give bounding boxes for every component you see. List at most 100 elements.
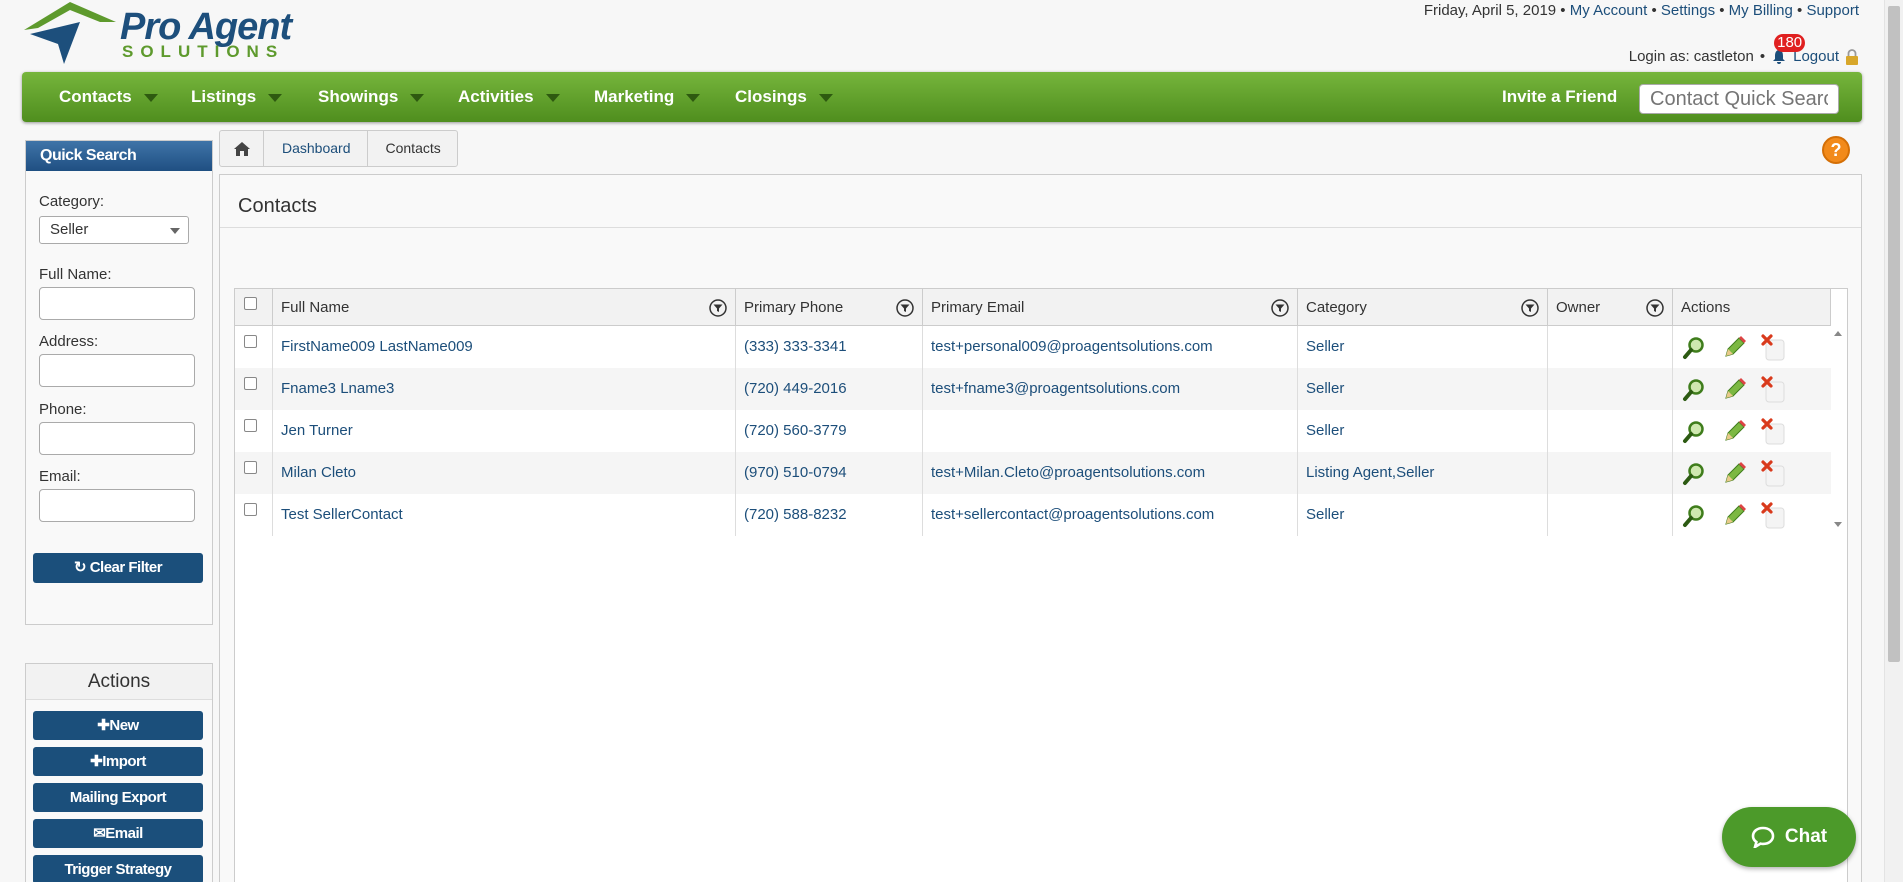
delete-icon[interactable] bbox=[1759, 418, 1787, 446]
cell-primary-phone[interactable]: (333) 333-3341 bbox=[736, 326, 923, 368]
row-checkbox[interactable] bbox=[244, 461, 257, 474]
my-billing-link[interactable]: My Billing bbox=[1729, 2, 1793, 19]
breadcrumb-dashboard[interactable]: Dashboard bbox=[264, 131, 368, 166]
fullname-input[interactable] bbox=[39, 287, 195, 320]
view-magnifier-icon[interactable] bbox=[1681, 334, 1709, 362]
cell-category[interactable]: Seller bbox=[1298, 494, 1548, 536]
cell-primary-email[interactable] bbox=[923, 410, 1298, 452]
nav-closings[interactable]: Closings bbox=[735, 72, 833, 122]
quick-search-panel: Quick Search Category: Seller Full Name:… bbox=[25, 140, 213, 625]
logo[interactable]: Pro Agent SOLUTIONS bbox=[20, 0, 340, 66]
nav-showings[interactable]: Showings bbox=[318, 72, 425, 122]
cell-primary-phone[interactable]: (720) 449-2016 bbox=[736, 368, 923, 410]
new-button[interactable]: ✚New bbox=[33, 711, 203, 740]
cell-primary-email[interactable]: test+personal009@proagentsolutions.com bbox=[923, 326, 1298, 368]
page-scrollbar[interactable] bbox=[1884, 0, 1903, 882]
filter-icon[interactable] bbox=[1521, 299, 1539, 317]
chevron-down-icon bbox=[545, 93, 560, 102]
row-checkbox[interactable] bbox=[244, 335, 257, 348]
cell-primary-email[interactable]: test+sellercontact@proagentsolutions.com bbox=[923, 494, 1298, 536]
filter-icon[interactable] bbox=[896, 299, 914, 317]
select-all-checkbox[interactable] bbox=[244, 297, 257, 310]
nav-contacts[interactable]: Contacts bbox=[59, 72, 158, 122]
support-link[interactable]: Support bbox=[1806, 2, 1859, 19]
table-row[interactable]: Jen Turner (720) 560-3779 Seller bbox=[235, 410, 1831, 452]
delete-icon[interactable] bbox=[1759, 502, 1787, 530]
edit-pencil-icon[interactable] bbox=[1720, 460, 1748, 488]
filter-icon[interactable] bbox=[1646, 299, 1664, 317]
view-magnifier-icon[interactable] bbox=[1681, 502, 1709, 530]
nav-marketing[interactable]: Marketing bbox=[594, 72, 701, 122]
col-primary-email[interactable]: Primary Email bbox=[923, 289, 1298, 326]
row-checkbox[interactable] bbox=[244, 377, 257, 390]
col-full-name[interactable]: Full Name bbox=[273, 289, 736, 326]
cell-category[interactable]: Seller bbox=[1298, 410, 1548, 452]
col-actions: Actions bbox=[1673, 289, 1831, 326]
help-icon[interactable]: ? bbox=[1822, 136, 1850, 164]
invite-friend-link[interactable]: Invite a Friend bbox=[1502, 72, 1617, 122]
page-scrollbar-thumb[interactable] bbox=[1888, 6, 1900, 662]
chat-button[interactable]: Chat bbox=[1722, 807, 1856, 867]
cell-category[interactable]: Listing Agent,Seller bbox=[1298, 452, 1548, 494]
cell-primary-email[interactable]: test+Milan.Cleto@proagentsolutions.com bbox=[923, 452, 1298, 494]
delete-icon[interactable] bbox=[1759, 334, 1787, 362]
grid-scroll-up[interactable] bbox=[1834, 331, 1842, 336]
chevron-down-icon bbox=[686, 93, 701, 102]
edit-pencil-icon[interactable] bbox=[1720, 376, 1748, 404]
table-row[interactable]: Test SellerContact (720) 588-8232 test+sel… bbox=[235, 494, 1831, 536]
col-category-label: Category bbox=[1306, 299, 1367, 316]
cell-full-name[interactable]: Test SellerContact bbox=[273, 494, 736, 536]
view-magnifier-icon[interactable] bbox=[1681, 460, 1709, 488]
cell-category[interactable]: Seller bbox=[1298, 326, 1548, 368]
cell-select bbox=[235, 410, 273, 452]
col-owner[interactable]: Owner bbox=[1548, 289, 1673, 326]
import-button[interactable]: ✚Import bbox=[33, 747, 203, 776]
view-magnifier-icon[interactable] bbox=[1681, 418, 1709, 446]
settings-link[interactable]: Settings bbox=[1661, 2, 1715, 19]
col-primary-phone-label: Primary Phone bbox=[744, 299, 844, 316]
edit-pencil-icon[interactable] bbox=[1720, 334, 1748, 362]
cell-primary-phone[interactable]: (720) 560-3779 bbox=[736, 410, 923, 452]
mailing-export-button[interactable]: Mailing Export bbox=[33, 783, 203, 812]
email-button[interactable]: ✉Email bbox=[33, 819, 203, 848]
home-button[interactable] bbox=[220, 131, 264, 166]
page-title: Contacts bbox=[238, 195, 317, 217]
cell-primary-email[interactable]: test+fname3@proagentsolutions.com bbox=[923, 368, 1298, 410]
cell-full-name[interactable]: Milan Cleto bbox=[273, 452, 736, 494]
trigger-strategy-button[interactable]: Trigger Strategy bbox=[33, 855, 203, 882]
col-primary-phone[interactable]: Primary Phone bbox=[736, 289, 923, 326]
cell-category[interactable]: Seller bbox=[1298, 368, 1548, 410]
notifications-button[interactable]: 180 bbox=[1771, 33, 1806, 65]
nav-activities[interactable]: Activities bbox=[458, 72, 560, 122]
filter-icon[interactable] bbox=[709, 299, 727, 317]
delete-icon[interactable] bbox=[1759, 460, 1787, 488]
col-category[interactable]: Category bbox=[1298, 289, 1548, 326]
table-row[interactable]: Milan Cleto (970) 510-0794 test+Milan.Clet… bbox=[235, 452, 1831, 494]
delete-icon[interactable] bbox=[1759, 376, 1787, 404]
row-checkbox[interactable] bbox=[244, 419, 257, 432]
category-select[interactable]: Seller bbox=[39, 216, 189, 244]
email-input[interactable] bbox=[39, 489, 195, 522]
row-checkbox[interactable] bbox=[244, 503, 257, 516]
nav-listings[interactable]: Listings bbox=[191, 72, 283, 122]
view-magnifier-icon[interactable] bbox=[1681, 376, 1709, 404]
email-label: Email: bbox=[39, 468, 81, 485]
my-account-link[interactable]: My Account bbox=[1570, 2, 1648, 19]
login-line: Login as: castleton • 180 Logout bbox=[1629, 33, 1859, 65]
address-input[interactable] bbox=[39, 354, 195, 387]
contact-quick-search-input[interactable] bbox=[1639, 84, 1839, 114]
phone-input[interactable] bbox=[39, 422, 195, 455]
edit-pencil-icon[interactable] bbox=[1720, 502, 1748, 530]
edit-pencil-icon[interactable] bbox=[1720, 418, 1748, 446]
table-row[interactable]: Fname3 Lname3 (720) 449-2016 test+fname3@p… bbox=[235, 368, 1831, 410]
filter-icon[interactable] bbox=[1271, 299, 1289, 317]
cell-primary-phone[interactable]: (720) 588-8232 bbox=[736, 494, 923, 536]
cell-primary-phone[interactable]: (970) 510-0794 bbox=[736, 452, 923, 494]
cell-full-name[interactable]: FirstName009 LastName009 bbox=[273, 326, 736, 368]
grid-scroll-down[interactable] bbox=[1834, 522, 1842, 527]
nav-closings-label: Closings bbox=[735, 87, 807, 106]
table-row[interactable]: FirstName009 LastName009 (333) 333-3341 te… bbox=[235, 326, 1831, 368]
cell-full-name[interactable]: Fname3 Lname3 bbox=[273, 368, 736, 410]
clear-filter-button[interactable]: ↻ Clear Filter bbox=[33, 553, 203, 583]
cell-full-name[interactable]: Jen Turner bbox=[273, 410, 736, 452]
